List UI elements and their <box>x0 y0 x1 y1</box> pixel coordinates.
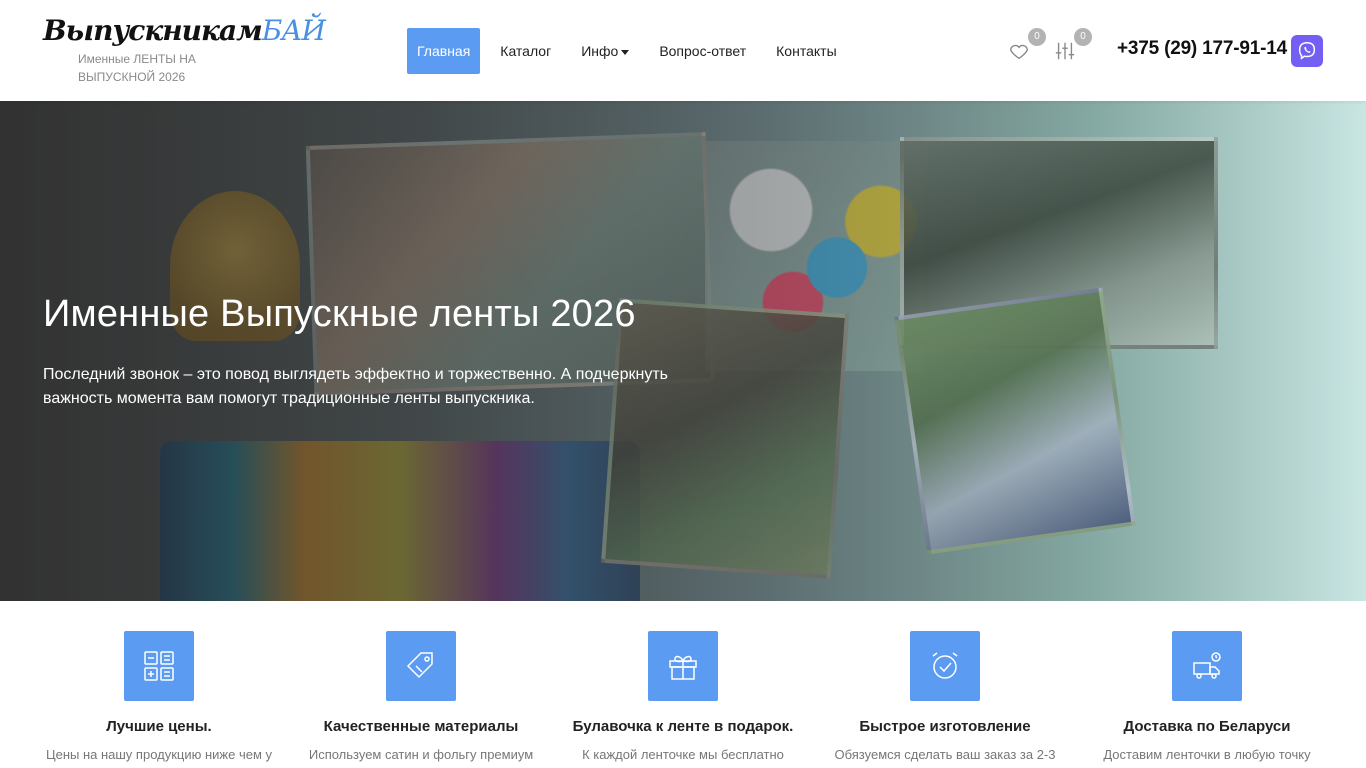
features-section: Лучшие цены. Цены на нашу продукцию ниже… <box>0 601 1366 768</box>
feature-free-pin: Булавочка к ленте в подарок. К каждой ле… <box>552 631 814 762</box>
site-logo[interactable]: ВыпускникамБАЙ <box>43 14 326 47</box>
feature-desc: К каждой ленточке мы бесплатно <box>582 747 784 762</box>
gift-icon <box>648 631 718 701</box>
feature-desc: Обязуемся сделать ваш заказ за 2-3 <box>834 747 1056 762</box>
feature-delivery: Доставка по Беларуси Доставим ленточки в… <box>1076 631 1338 762</box>
hero-text: Последний звонок – это повод выглядеть э… <box>43 366 668 407</box>
alarm-clock-icon <box>910 631 980 701</box>
wishlist-count-badge: 0 <box>1028 28 1046 46</box>
feature-desc: Используем сатин и фольгу премиум <box>308 747 534 762</box>
feature-title: Булавочка к ленте в подарок. <box>572 718 794 735</box>
site-header: ВыпускникамБАЙ Именные ЛЕНТЫ НА ВЫПУСКНО… <box>0 0 1366 101</box>
heart-icon <box>1010 44 1028 60</box>
tag-icon <box>386 631 456 701</box>
site-tagline: Именные ЛЕНТЫ НА ВЫПУСКНОЙ 2026 <box>78 52 196 84</box>
feature-title: Быстрое изготовление <box>859 718 1031 735</box>
wishlist-button[interactable]: 0 <box>1008 28 1046 64</box>
feature-quality-materials: Качественные материалы Используем сатин … <box>290 631 552 762</box>
viber-icon <box>1298 42 1316 60</box>
feature-desc: Цены на нашу продукцию ниже чем у <box>45 747 273 762</box>
hero-overlay <box>0 101 1366 601</box>
feature-title: Доставка по Беларуси <box>1123 718 1291 735</box>
compare-count-badge: 0 <box>1074 28 1092 46</box>
compare-button[interactable]: 0 <box>1054 28 1092 64</box>
feature-title: Лучшие цены. <box>106 718 212 735</box>
sliders-icon <box>1055 42 1075 60</box>
feature-fast-production: Быстрое изготовление Обязуемся сделать в… <box>814 631 1076 762</box>
caret-down-icon <box>621 49 630 55</box>
feature-title: Качественные материалы <box>323 718 519 735</box>
nav-item-catalog[interactable]: Каталог <box>485 28 566 74</box>
hero-title: Именные Выпускные ленты 2026 <box>43 293 636 335</box>
hero-banner: Именные Выпускные ленты 2026 Последний з… <box>0 101 1366 601</box>
delivery-icon <box>1172 631 1242 701</box>
feature-best-prices: Лучшие цены. Цены на нашу продукцию ниже… <box>28 631 290 762</box>
nav-item-contacts[interactable]: Контакты <box>761 28 851 74</box>
logo-main-text: Выпускникам <box>43 14 263 47</box>
main-nav: Главная Каталог Инфо Вопрос-ответ Контак… <box>407 28 852 74</box>
nav-item-faq[interactable]: Вопрос-ответ <box>644 28 761 74</box>
phone-number[interactable]: +375 (29) 177-91-14 <box>1117 38 1287 60</box>
feature-desc: Доставим ленточки в любую точку <box>1103 747 1311 762</box>
viber-button[interactable] <box>1291 35 1323 67</box>
nav-item-info[interactable]: Инфо <box>566 28 644 74</box>
logo-accent-text: БАЙ <box>261 14 326 47</box>
nav-item-info-label: Инфо <box>581 43 619 59</box>
calculator-icon <box>124 631 194 701</box>
nav-item-home[interactable]: Главная <box>407 28 481 74</box>
